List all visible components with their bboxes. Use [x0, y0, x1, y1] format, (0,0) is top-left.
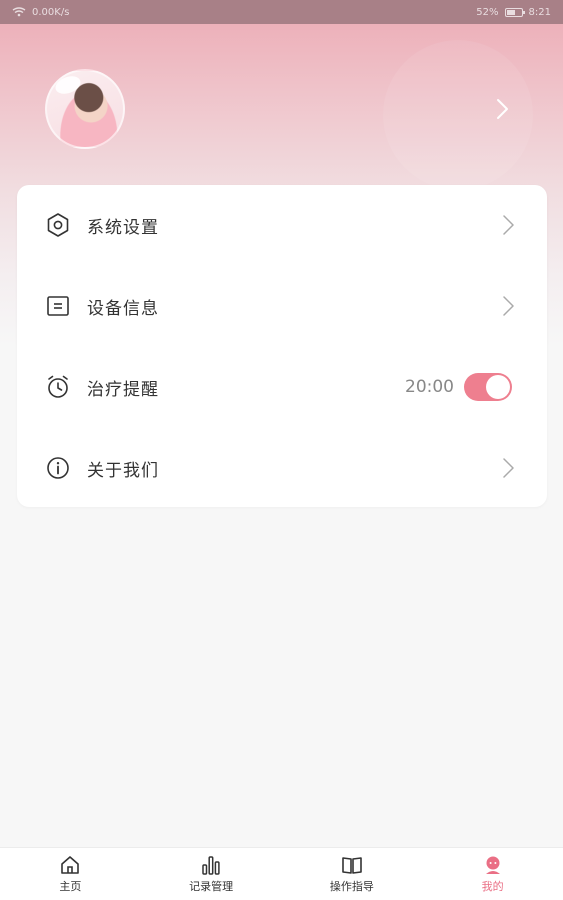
menu-item-about-us[interactable]: 关于我们	[17, 428, 547, 508]
menu-item-device-info[interactable]: 设备信息	[17, 266, 547, 346]
tab-label: 操作指导	[329, 880, 374, 893]
status-right: 52% 8:21	[476, 7, 551, 18]
status-bar: 0.00K/s 52% 8:21	[0, 0, 563, 24]
reminder-time[interactable]: 20:00	[405, 377, 454, 397]
clock-time: 8:21	[528, 6, 551, 18]
profile-icon	[485, 856, 500, 874]
tab-home[interactable]: 主页	[0, 848, 141, 900]
bottom-tab-bar: 主页 记录管理 操作指导 我的	[0, 847, 563, 900]
book-icon	[342, 857, 362, 874]
tab-label: 主页	[59, 880, 82, 893]
wifi-icon	[12, 7, 26, 17]
gear-hex-icon	[47, 213, 69, 237]
settings-card: 系统设置 设备信息 治疗提醒 20:00 关于我们	[17, 185, 547, 507]
menu-item-treatment-reminder[interactable]: 治疗提醒 20:00	[17, 347, 547, 427]
chevron-right-icon	[503, 296, 514, 316]
tab-guide[interactable]: 操作指导	[282, 848, 423, 900]
menu-item-label: 关于我们	[87, 460, 159, 481]
battery-icon	[504, 7, 525, 17]
chevron-right-icon	[503, 458, 514, 478]
alarm-clock-icon	[48, 375, 68, 398]
chevron-right-icon[interactable]	[492, 96, 512, 122]
menu-item-label: 治疗提醒	[87, 379, 159, 400]
reminder-toggle[interactable]	[464, 373, 512, 401]
info-circle-icon	[47, 457, 69, 479]
tab-mine[interactable]: 我的	[422, 848, 563, 900]
network-speed: 0.00K/s	[32, 6, 70, 18]
profile-header[interactable]	[0, 24, 563, 184]
chevron-right-icon	[503, 215, 514, 235]
menu-item-system-settings[interactable]: 系统设置	[17, 185, 547, 265]
menu-item-label: 设备信息	[87, 298, 159, 319]
battery-percent: 52%	[476, 6, 499, 18]
home-icon	[61, 856, 80, 874]
tab-records[interactable]: 记录管理	[141, 848, 282, 900]
status-left: 0.00K/s	[12, 7, 69, 18]
user-avatar[interactable]	[45, 69, 125, 149]
info-card-icon	[47, 296, 69, 316]
tab-label: 记录管理	[189, 880, 234, 893]
menu-item-label: 系统设置	[87, 217, 159, 238]
bar-chart-icon	[202, 856, 220, 875]
tab-label: 我的	[481, 880, 504, 893]
